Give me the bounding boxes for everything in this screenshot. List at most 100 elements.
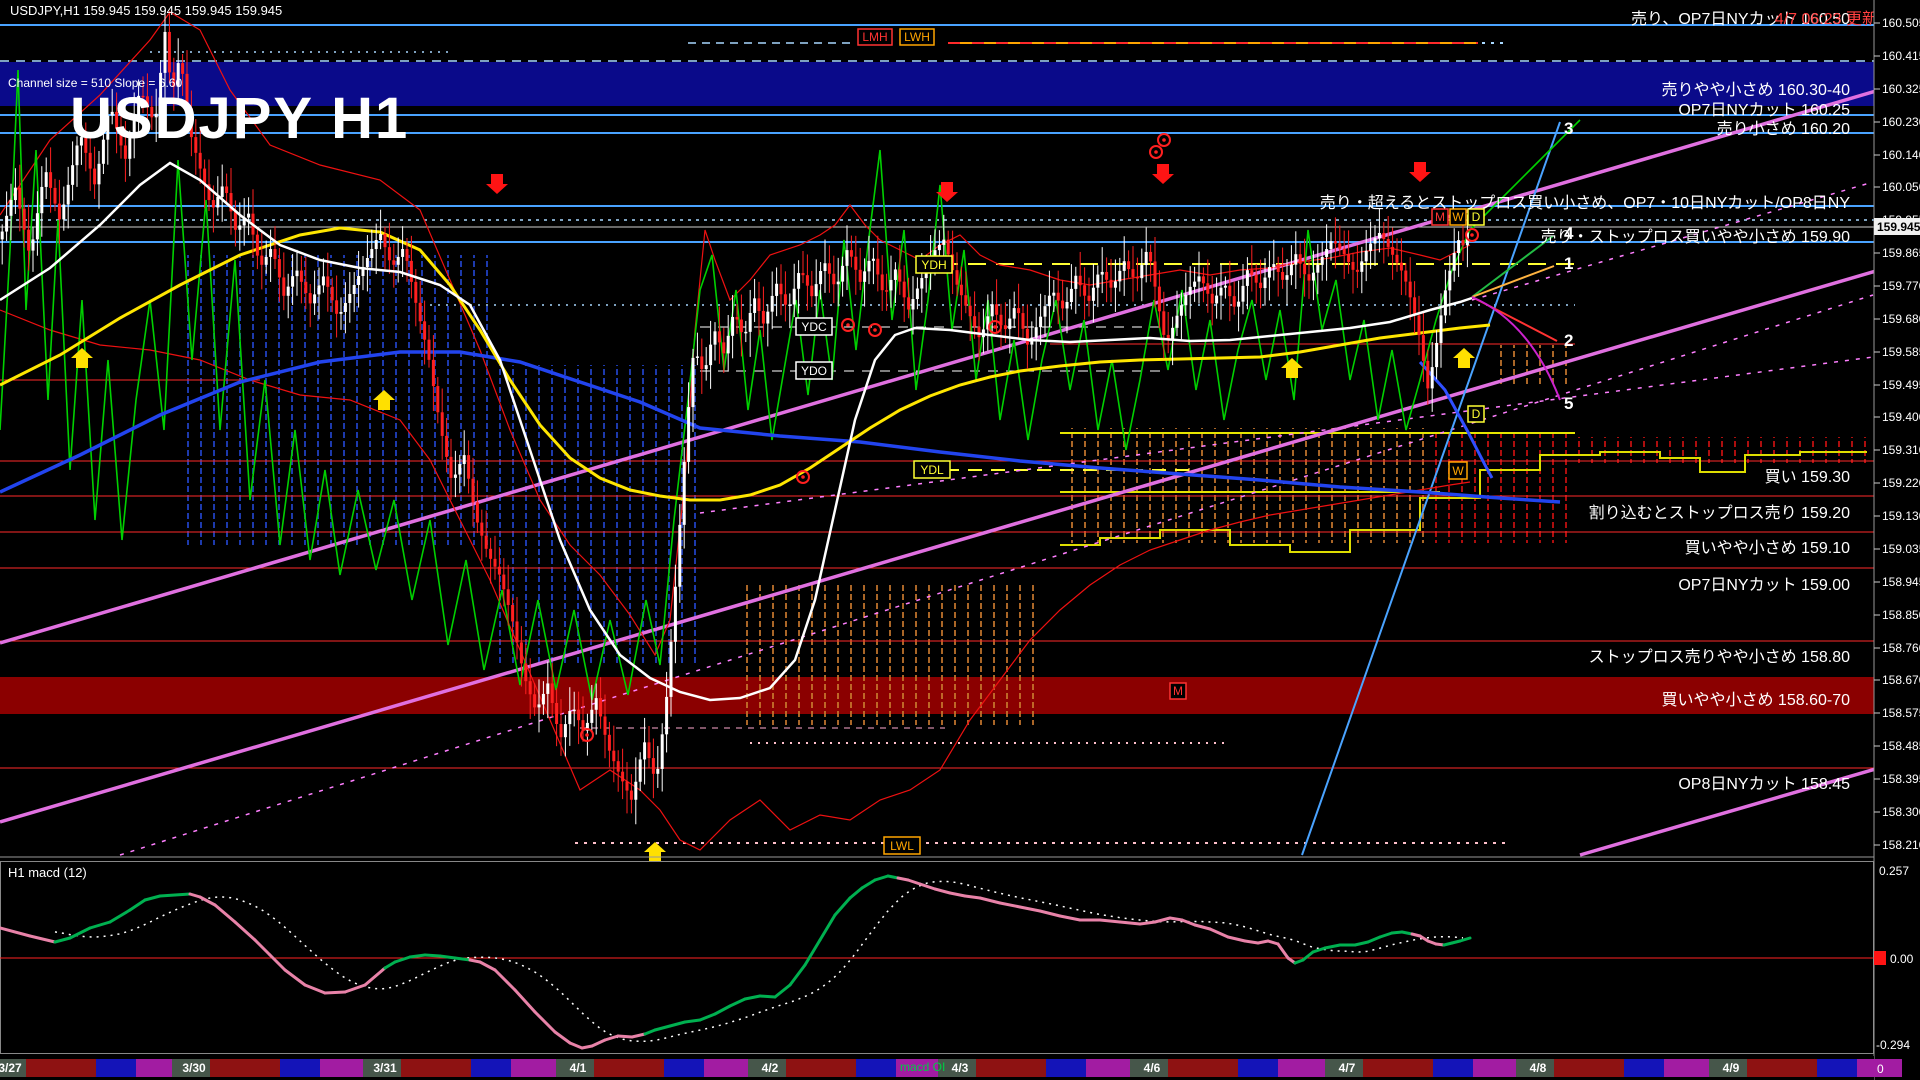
macd-line (385, 962, 395, 968)
macd-line (1000, 903, 1020, 907)
macd-line (582, 1046, 592, 1048)
macd-line (70, 928, 90, 938)
date-label[interactable]: 4/7 (1339, 1061, 1356, 1075)
macd-line (850, 888, 862, 898)
current-price-label: 159.945 (1877, 220, 1920, 234)
marker-box-m[interactable]: M (1170, 683, 1186, 699)
macd-line (745, 996, 760, 999)
marker-box-lwh[interactable]: LWH (900, 29, 934, 45)
macd-line (835, 898, 850, 915)
macd-line (30, 936, 55, 942)
date-label[interactable]: 4/2 (762, 1061, 779, 1075)
channel-info-label: Channel size = 510 Slope = 6.60 (8, 76, 182, 90)
macd-scale-zero: 0.00 (1890, 952, 1914, 966)
price-tick-label: 160.415 (1882, 49, 1920, 63)
date-label[interactable]: 4/9 (1723, 1061, 1740, 1075)
macd-scale-top: 0.257 (1879, 864, 1909, 878)
watermark-title: USDJPY H1 (70, 86, 409, 151)
macd-line (0, 928, 30, 936)
buy-arrow-icon (1281, 358, 1303, 378)
date-label[interactable]: 3/27 (0, 1061, 22, 1075)
svg-text:YDH: YDH (921, 258, 946, 272)
macd-line (1380, 933, 1392, 937)
price-tick-label: 158.485 (1882, 739, 1920, 753)
marker-box-lmh[interactable]: LMH (858, 29, 892, 45)
fan-number-label: 5 (1564, 394, 1573, 413)
macd-line (775, 985, 790, 997)
date-label[interactable]: 4/8 (1530, 1061, 1547, 1075)
plot-area[interactable]: 12345LMHLWHYDHYDCYDOYDLLWLMWDDWM (0, 10, 1920, 1054)
order-note-label: 4/7 06:23 更新 (1775, 10, 1878, 28)
macd-line (950, 893, 965, 896)
marker-box-w[interactable]: W (1449, 462, 1467, 479)
macd-line (305, 985, 325, 993)
macd-line (1392, 932, 1402, 933)
svg-text:W: W (1452, 210, 1464, 224)
marker-box-ydo[interactable]: YDO (796, 362, 832, 379)
macd-line (760, 996, 775, 997)
macd-line (632, 1034, 645, 1037)
svg-text:LWL: LWL (890, 839, 914, 853)
fan-number-label: 1 (1564, 254, 1573, 273)
macd-line (1460, 938, 1470, 941)
date-label[interactable]: 3/31 (373, 1061, 397, 1075)
marker-box-ydl[interactable]: YDL (914, 461, 950, 478)
marker-box-ydh[interactable]: YDH (916, 256, 952, 273)
macd-line (1303, 952, 1313, 960)
price-tick-label: 160.140 (1882, 148, 1920, 162)
svg-text:LWH: LWH (904, 30, 930, 44)
order-note-label: 割り込むとストップロス売り 159.20 (1589, 504, 1850, 522)
svg-text:D: D (1472, 407, 1481, 421)
date-label[interactable]: 4/6 (1144, 1061, 1161, 1075)
price-tick-label: 159.585 (1882, 345, 1920, 359)
channel-line[interactable] (1580, 756, 1920, 855)
date-label[interactable]: 4/1 (570, 1061, 587, 1075)
annotation-layer: 売り、OP7日NYカット 160.504/7 06:23 更新売りやや小さめ 1… (1320, 10, 1878, 793)
macd-line (935, 889, 950, 893)
fan-number-label: 3 (1564, 119, 1573, 138)
price-tick-label: 158.945 (1882, 575, 1920, 589)
macd-line (730, 999, 745, 1006)
macd-line (200, 897, 215, 905)
order-note-label: 買いやや小さめ 158.60-70 (1661, 691, 1850, 709)
macd-line (805, 940, 820, 965)
date-label[interactable]: 4/3 (952, 1061, 969, 1075)
date-axis[interactable]: 3/27 3/30 3/31 4/1 4/2 4/3 4/6 4/7 4/8 4/9 (0, 1056, 1902, 1080)
macd-line (570, 1043, 582, 1048)
price-tick-label: 159.495 (1882, 378, 1920, 392)
macd-pane-label: H1 macd (12) (8, 865, 87, 880)
date-label[interactable]: 3/30 (182, 1061, 206, 1075)
macd-line (515, 990, 535, 1012)
fan-line (1472, 266, 1554, 297)
macd-line (90, 922, 110, 928)
macd-line (1170, 918, 1182, 920)
macd-line (1313, 948, 1325, 952)
order-note-label: OP7日NYカット 159.00 (1678, 577, 1850, 594)
marker-box-lwl[interactable]: LWL (884, 837, 920, 854)
macd-line (685, 1020, 700, 1022)
macd-line (285, 970, 305, 985)
macd-line (1368, 937, 1380, 942)
macd-line (110, 910, 130, 922)
marker-box-ydc[interactable]: YDC (796, 318, 832, 335)
svg-text:W: W (1452, 464, 1464, 478)
macd-line (1120, 922, 1140, 924)
order-note-label: ストップロス売りやや小さめ 158.80 (1589, 648, 1850, 666)
order-note-label: 買い 159.30 (1765, 469, 1850, 486)
macd-line (145, 896, 160, 900)
sell-arrow-icon (486, 174, 508, 194)
price-tick-label: 159.220 (1882, 476, 1920, 490)
order-note-label: 売り小さめ 160.20 (1717, 120, 1850, 138)
marker-box-d[interactable]: D (1468, 406, 1484, 422)
macd-line (365, 968, 385, 985)
macd-line (1228, 937, 1245, 941)
macd-line (1245, 941, 1258, 943)
price-tick-label: 158.300 (1882, 805, 1920, 819)
buy-arrow-icon (1453, 348, 1475, 368)
sell-arrow-icon (1152, 164, 1174, 184)
price-tick-label: 159.400 (1882, 410, 1920, 424)
macd-line (555, 1032, 570, 1043)
price-tick-label: 158.850 (1882, 608, 1920, 622)
ichimoku-hatch (745, 585, 1045, 725)
price-tick-label: 159.865 (1882, 246, 1920, 260)
